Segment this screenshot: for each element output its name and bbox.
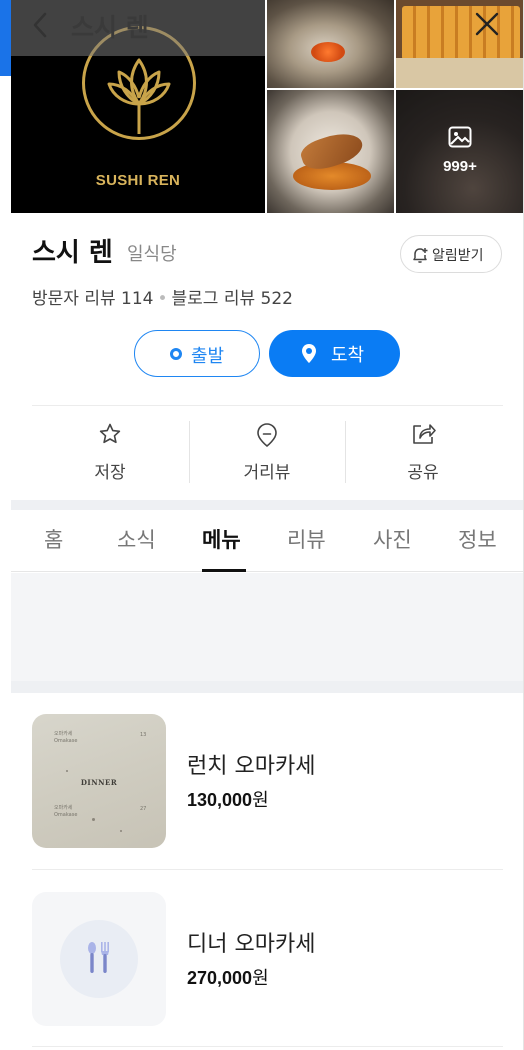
logo-text: SUSHI REN [95,172,181,189]
route-start-label: 출발 [191,346,225,367]
menu-photo-title: DINNER [80,778,118,787]
alarm-subscribe-button[interactable]: 알림받기 [400,235,502,273]
image-icon [448,126,472,148]
back-arrow-icon[interactable] [29,10,51,40]
menu-photo-small-text: Omakase [54,812,78,818]
menu-photo-small-text: Omakase [54,738,78,744]
tab-reviews[interactable]: 리뷰 [287,524,326,554]
menu-price: 130,000원 [187,786,269,812]
share-button[interactable]: 공유 [345,420,501,486]
tab-bar: 홈 소식 메뉴 리뷰 사진 정보 [11,510,523,572]
location-pin-outline-icon [257,423,277,448]
menu-item[interactable]: 오마카세 Omakase 13 DINNER 오마카세 Omakase 27 런… [11,700,523,870]
save-button[interactable]: 저장 [32,420,188,486]
top-bar: 스시 렌 [11,0,265,56]
route-arrive-button[interactable]: 도착 [269,330,400,377]
menu-price-number: 130,000 [187,790,253,810]
menu-price-number: 270,000 [187,968,253,988]
photo-thumb-uni-box[interactable] [396,0,523,88]
place-name: 스시 렌 [32,238,113,268]
photo-thumb-sashimi[interactable] [267,0,394,88]
menu-photo-small-text: 오마카세 [54,805,73,811]
tab-news[interactable]: 소식 [117,524,156,554]
topbar-title: 스시 렌 [71,13,149,42]
menu-name: 디너 오마카세 [187,932,316,957]
close-icon[interactable] [473,10,501,38]
paper-speck [92,818,95,821]
place-category: 일식당 [127,244,177,265]
share-label: 공유 [407,463,439,483]
location-pin-icon [302,344,316,363]
review-summary: 방문자 리뷰 114 • 블로그 리뷰 522 [32,284,293,309]
share-icon [413,424,436,444]
paper-speck [120,830,122,832]
menu-item[interactable]: 디너 오마카세 270,000원 [11,878,523,1048]
menu-photo-number: 13 [140,732,147,738]
divider [32,869,503,870]
fork-knife-icon [88,942,109,973]
window-edge-accent [0,0,11,76]
route-arrive-label: 도착 [331,345,365,366]
section-gap [11,500,523,510]
place-panel: SUSHI REN 999+ 스시 렌 스시 렌 일식당 알림받기 방문자 리뷰… [11,0,524,1050]
menu-name: 런치 오마카세 [187,754,316,779]
divider [32,1046,503,1047]
tab-photos[interactable]: 사진 [373,524,412,554]
menu-price-unit: 원 [252,968,269,989]
star-icon [99,423,121,444]
menu-price-unit: 원 [252,790,269,811]
blog-review-link[interactable]: 블로그 리뷰 522 [172,289,293,309]
menu-banner-placeholder [11,573,523,681]
menu-photo-number: 27 [140,806,147,812]
paper-speck [66,770,68,772]
streetview-label: 거리뷰 [243,463,291,483]
menu-photo[interactable]: 오마카세 Omakase 13 DINNER 오마카세 Omakase 27 [32,714,166,848]
menu-photo-placeholder[interactable] [32,892,166,1026]
tab-info[interactable]: 정보 [458,524,497,554]
start-dot-icon [170,348,182,360]
route-start-button[interactable]: 출발 [134,330,260,377]
photo-count: 999+ [443,158,477,175]
photo-thumb-more[interactable]: 999+ [396,90,523,213]
alarm-subscribe-label: 알림받기 [432,248,484,264]
tab-home[interactable]: 홈 [44,524,63,554]
menu-price: 270,000원 [187,964,269,990]
active-tab-indicator [202,569,246,572]
photo-gallery[interactable]: SUSHI REN 999+ 스시 렌 [11,0,523,213]
save-label: 저장 [94,463,126,483]
bell-plus-icon [413,248,428,263]
visitor-review-link[interactable]: 방문자 리뷰 114 [32,289,153,309]
streetview-button[interactable]: 거리뷰 [189,420,345,486]
menu-photo-small-text: 오마카세 [54,731,73,737]
divider [32,405,503,406]
tab-menu[interactable]: 메뉴 [202,524,241,554]
photo-thumb-grilled-fish[interactable] [267,90,394,213]
separator-dot: • [157,289,168,309]
section-gap [11,681,523,693]
